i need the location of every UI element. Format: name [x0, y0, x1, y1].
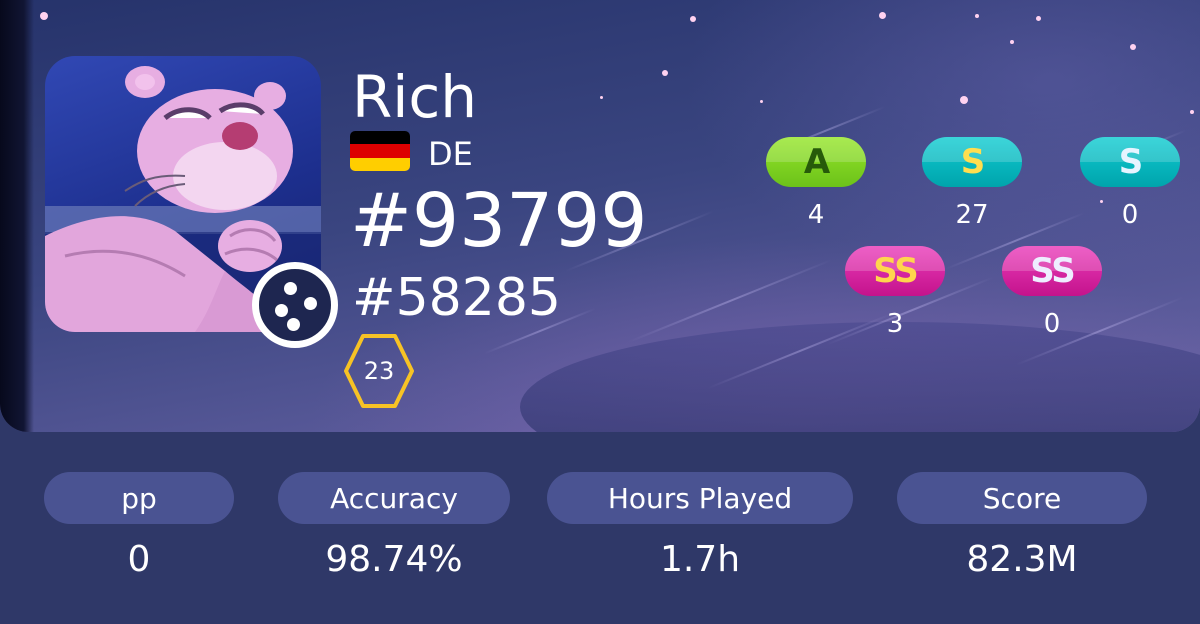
stat-pp-value: 0 — [127, 539, 151, 580]
banner-shadow — [0, 0, 34, 432]
grade-s-badge: S — [922, 137, 1022, 187]
stat-accuracy-label: Accuracy — [278, 472, 510, 524]
mode-icon-dot — [275, 304, 288, 317]
grade-sh-count: 0 — [1121, 200, 1139, 230]
grade-a-count: 4 — [807, 200, 825, 230]
flag-stripe-black — [350, 131, 410, 145]
grade-a: A 4 — [766, 137, 866, 231]
username[interactable]: Rich — [352, 62, 477, 132]
star — [975, 14, 979, 18]
grade-ss: SS 3 — [845, 246, 945, 340]
level-badge: 23 — [342, 332, 416, 410]
star — [760, 100, 763, 103]
stat-accuracy-value: 98.74% — [325, 539, 463, 580]
star — [600, 96, 603, 99]
star — [690, 16, 696, 22]
star — [1130, 44, 1136, 50]
stat-hours-played: Hours Played 1.7h — [547, 472, 853, 582]
grade-sh-label: S — [1118, 142, 1143, 182]
grade-ssh: SS 0 — [1002, 246, 1102, 340]
mode-icon-dot — [284, 282, 297, 295]
grade-ssh-badge: SS — [1002, 246, 1102, 296]
grade-ssh-count: 0 — [1043, 309, 1061, 339]
osu-standard-mode-icon — [252, 262, 338, 348]
grade-a-badge: A — [766, 137, 866, 187]
grade-ss-count: 3 — [886, 309, 904, 339]
grade-sh: S 0 — [1080, 137, 1180, 231]
grade-s-count: 27 — [955, 200, 989, 230]
star — [40, 12, 48, 20]
stat-pp-label: pp — [44, 472, 234, 524]
flag-stripe-red — [350, 144, 410, 158]
level-value: 23 — [363, 357, 395, 385]
star — [1190, 110, 1194, 114]
stat-pp: pp 0 — [44, 472, 234, 582]
star — [1036, 16, 1041, 21]
grade-ss-label: SS — [873, 251, 918, 291]
flag-stripe-gold — [350, 157, 410, 171]
stat-hours-played-value: 1.7h — [659, 539, 741, 580]
stat-score-value: 82.3M — [966, 539, 1078, 580]
germany-flag-icon — [350, 131, 410, 171]
country-code: DE — [428, 135, 473, 173]
global-rank: #93799 — [350, 178, 648, 264]
grade-ss-badge: SS — [845, 246, 945, 296]
star — [1010, 40, 1014, 44]
stat-score: Score 82.3M — [897, 472, 1147, 582]
country-rank: #58285 — [352, 268, 561, 328]
star — [662, 70, 668, 76]
mode-icon-dot — [304, 297, 317, 310]
grade-a-label: A — [803, 142, 830, 182]
stat-hours-played-label: Hours Played — [547, 472, 853, 524]
star — [879, 12, 886, 19]
stat-accuracy: Accuracy 98.74% — [278, 472, 510, 582]
grade-sh-badge: S — [1080, 137, 1180, 187]
grade-s: S 27 — [922, 137, 1022, 231]
star — [960, 96, 968, 104]
grade-s-label: S — [960, 142, 985, 182]
mode-icon-dot — [287, 318, 300, 331]
stat-score-label: Score — [897, 472, 1147, 524]
grade-ssh-label: SS — [1030, 251, 1075, 291]
